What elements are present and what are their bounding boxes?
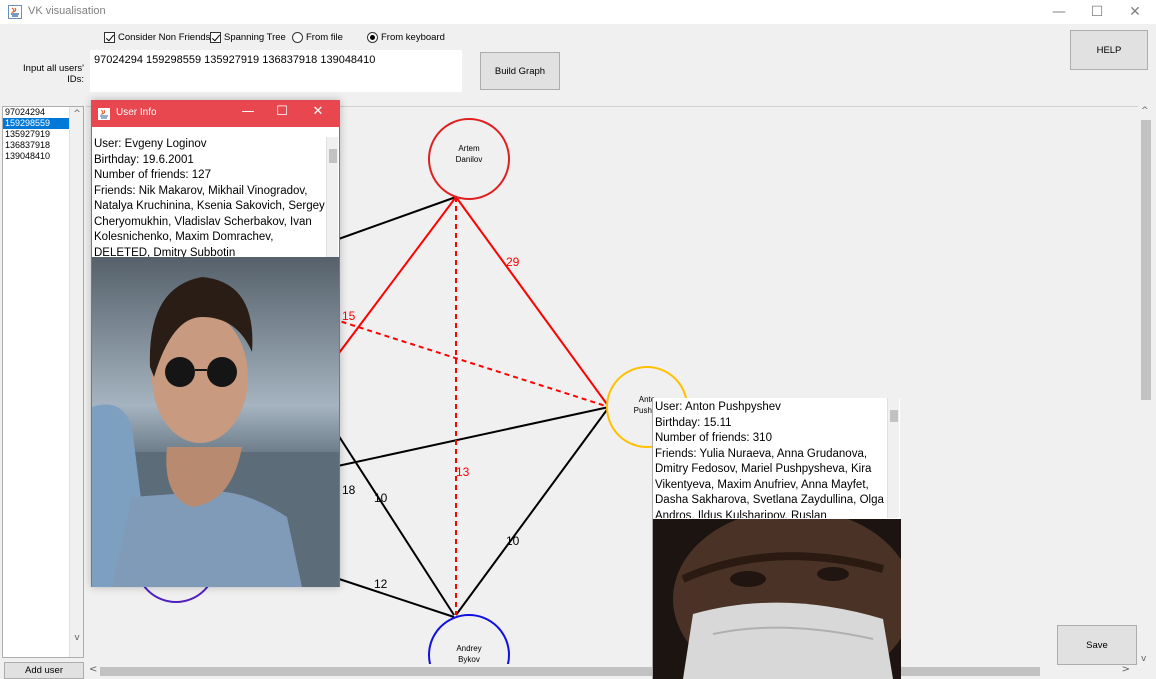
user-info-popup-anton[interactable]: User: Anton Pushpyshev Birthday: 15.11 N… xyxy=(652,398,901,679)
edge-weight-label: 18 xyxy=(342,483,356,497)
java-app-icon xyxy=(98,108,110,120)
info-scrollbar[interactable] xyxy=(887,398,899,518)
user-id-list[interactable]: 97024294 159298559 135927919 136837918 1… xyxy=(2,106,84,658)
edge-weight-label: 10 xyxy=(506,534,520,548)
list-item[interactable]: 139048410 xyxy=(3,151,69,162)
close-button[interactable]: ✕ xyxy=(1116,0,1154,24)
build-graph-button[interactable]: Build Graph xyxy=(480,52,560,90)
tree-edge xyxy=(332,196,457,362)
scroll-up-icon[interactable]: ^ xyxy=(1141,106,1149,116)
list-item[interactable]: 135927919 xyxy=(3,129,69,140)
edge-weight-label: 13 xyxy=(456,465,470,479)
graph-edge xyxy=(332,426,455,616)
java-app-icon xyxy=(8,5,22,19)
checkbox-checked-icon xyxy=(210,32,221,43)
user-info-dialog[interactable]: User Info — ☐ ✕ User: Evgeny Loginov Bir… xyxy=(91,100,340,587)
graph-edge xyxy=(332,196,457,242)
user-friends-count: Number of friends: 127 xyxy=(94,169,211,181)
user-photo xyxy=(653,519,901,679)
node-label-artem: Artem Danilov xyxy=(455,144,483,164)
user-info-text[interactable]: User: Anton Pushpyshev Birthday: 15.11 N… xyxy=(655,400,885,518)
help-button[interactable]: HELP xyxy=(1070,30,1148,70)
tree-edge-dashed xyxy=(332,318,610,408)
scroll-up-icon[interactable]: ^ xyxy=(70,109,84,119)
canvas-vertical-scrollbar[interactable]: ^ v xyxy=(1138,106,1154,664)
scroll-left-icon[interactable]: < xyxy=(89,664,97,675)
window-title: VK visualisation xyxy=(28,5,106,17)
from-file-radio[interactable]: From file xyxy=(292,32,343,43)
user-friends-list: Friends: Yulia Nuraeva, Anna Grudanova, … xyxy=(655,447,884,519)
edge-weight-label: 12 xyxy=(374,577,388,591)
user-friends-list: Friends: Nik Makarov, Mikhail Vinogradov… xyxy=(94,184,325,258)
list-item[interactable]: 97024294 xyxy=(3,107,69,118)
user-friends-count: Number of friends: 310 xyxy=(655,432,772,444)
info-scrollbar[interactable] xyxy=(326,137,338,257)
edge-weight-label: 29 xyxy=(506,255,520,269)
list-item[interactable]: 136837918 xyxy=(3,140,69,151)
minimize-button[interactable]: — xyxy=(1040,0,1078,24)
add-user-button[interactable]: Add user xyxy=(4,662,84,679)
from-keyboard-radio[interactable]: From keyboard xyxy=(367,32,445,43)
scroll-thumb[interactable] xyxy=(329,149,337,163)
list-scrollbar[interactable]: ^ v xyxy=(69,107,83,657)
scroll-thumb[interactable] xyxy=(1141,120,1151,400)
save-button[interactable]: Save xyxy=(1057,625,1137,665)
user-birthday: Birthday: 19.6.2001 xyxy=(94,153,194,166)
tree-edge xyxy=(455,196,610,408)
window-titlebar: VK visualisation — ☐ ✕ xyxy=(0,0,1156,24)
dialog-titlebar[interactable]: User Info — ☐ ✕ xyxy=(92,101,339,127)
close-button[interactable]: ✕ xyxy=(308,104,328,119)
ids-input-field[interactable]: 97024294 159298559 135927919 136837918 1… xyxy=(90,50,462,92)
list-item-selected[interactable]: 159298559 xyxy=(3,118,69,129)
ids-input-label: Input all users' IDs: xyxy=(23,63,84,85)
edge-weight-label: 15 xyxy=(342,309,356,323)
graph-edge xyxy=(332,576,455,618)
scroll-down-icon[interactable]: v xyxy=(1141,654,1146,664)
user-photo xyxy=(92,257,339,587)
checkbox-checked-icon xyxy=(104,32,115,43)
graph-edge xyxy=(455,406,610,616)
user-name: User: Anton Pushpyshev xyxy=(655,401,781,413)
canvas-horizontal-scrollbar[interactable]: < > xyxy=(86,664,1138,679)
scroll-thumb[interactable] xyxy=(890,410,898,422)
user-info-text[interactable]: User: Evgeny Loginov Birthday: 19.6.2001… xyxy=(94,137,326,257)
user-birthday: Birthday: 15.11 xyxy=(655,416,732,429)
consider-non-friends-checkbox[interactable]: Consider Non Friends xyxy=(104,32,210,43)
scroll-down-icon[interactable]: v xyxy=(70,633,84,643)
dialog-title: User Info xyxy=(116,107,157,118)
maximize-button[interactable]: ☐ xyxy=(272,104,292,119)
user-name: User: Evgeny Loginov xyxy=(94,138,207,150)
spanning-tree-checkbox[interactable]: Spanning Tree xyxy=(210,32,286,43)
radio-unselected-icon xyxy=(292,32,303,43)
radio-selected-icon xyxy=(367,32,378,43)
node-label-andrey: Andrey Bykov xyxy=(456,644,482,664)
graph-edge xyxy=(332,406,610,468)
scroll-right-icon[interactable]: > xyxy=(1122,664,1130,675)
edge-weight-label: 10 xyxy=(374,491,388,505)
minimize-button[interactable]: — xyxy=(238,104,258,119)
maximize-button[interactable]: ☐ xyxy=(1078,0,1116,24)
